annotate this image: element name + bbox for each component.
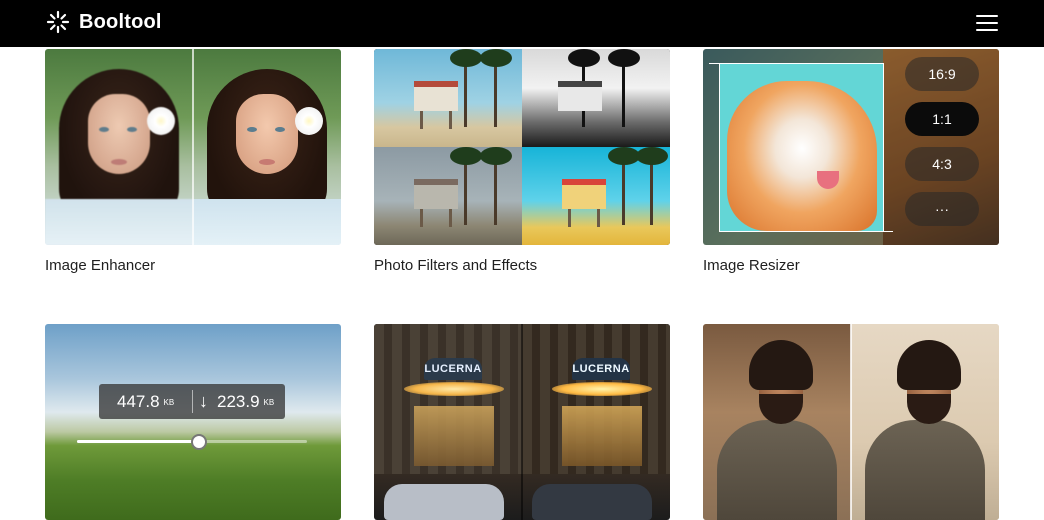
lucerna-sign: LUCERNA <box>424 358 482 380</box>
filter-original <box>374 49 522 147</box>
more-ratios-button[interactable]: ··· <box>905 192 979 226</box>
tool-title[interactable]: Image Resizer <box>703 257 800 274</box>
tool-card-photo-filters[interactable]: Photo Filters and Effects <box>374 49 670 274</box>
image-resizer-preview: 16:9 1:1 4:3 ··· <box>703 49 999 245</box>
filter-vivid <box>522 147 670 245</box>
after-image <box>851 324 999 520</box>
top-navigation-bar: Booltool <box>0 0 1044 47</box>
original-size: 447.8 KB <box>117 392 175 411</box>
comparison-divider <box>521 324 523 520</box>
hamburger-menu-icon[interactable] <box>976 13 1000 33</box>
compression-slider-handle[interactable] <box>190 434 207 450</box>
tool-card-image-compressor[interactable]: 447.8 KB ↓ 223.9 KB <box>45 324 341 520</box>
before-image <box>703 324 851 520</box>
image-denoiser-preview: LUCERNA LUCERNA <box>374 324 670 520</box>
photo-filters-preview <box>374 49 670 245</box>
before-image <box>45 49 193 245</box>
after-image <box>193 49 341 245</box>
crop-area <box>719 63 883 231</box>
tool-title[interactable]: Image Enhancer <box>45 257 155 274</box>
aspect-ratio-4-3[interactable]: 4:3 <box>905 147 979 181</box>
image-enhancer-preview <box>45 49 341 245</box>
comparison-divider <box>850 324 852 520</box>
sparkle-burst-icon <box>46 10 70 34</box>
filter-black-white <box>522 49 670 147</box>
image-compressor-preview: 447.8 KB ↓ 223.9 KB <box>45 324 341 520</box>
arrow-down-icon: ↓ <box>199 391 208 411</box>
file-size-panel: 447.8 KB ↓ 223.9 KB <box>99 384 285 419</box>
after-image: LUCERNA <box>522 324 670 520</box>
filter-faded <box>374 147 522 245</box>
aspect-ratio-1-1[interactable]: 1:1 <box>905 102 979 136</box>
aspect-ratio-16-9[interactable]: 16:9 <box>905 57 979 91</box>
compressed-size: 223.9 KB <box>217 392 275 411</box>
comparison-divider <box>192 49 194 245</box>
tool-card-portrait-editor[interactable] <box>703 324 999 520</box>
tool-title[interactable]: Photo Filters and Effects <box>374 257 537 274</box>
before-image: LUCERNA <box>374 324 522 520</box>
tool-card-image-denoiser[interactable]: LUCERNA LUCERNA <box>374 324 670 520</box>
lucerna-sign: LUCERNA <box>572 358 630 380</box>
portrait-editor-preview <box>703 324 999 520</box>
tool-card-image-resizer[interactable]: 16:9 1:1 4:3 ··· Image Resizer <box>703 49 999 274</box>
brand-name: Booltool <box>79 10 162 33</box>
tool-card-image-enhancer[interactable]: Image Enhancer <box>45 49 341 274</box>
brand-logo[interactable]: Booltool <box>46 9 162 35</box>
